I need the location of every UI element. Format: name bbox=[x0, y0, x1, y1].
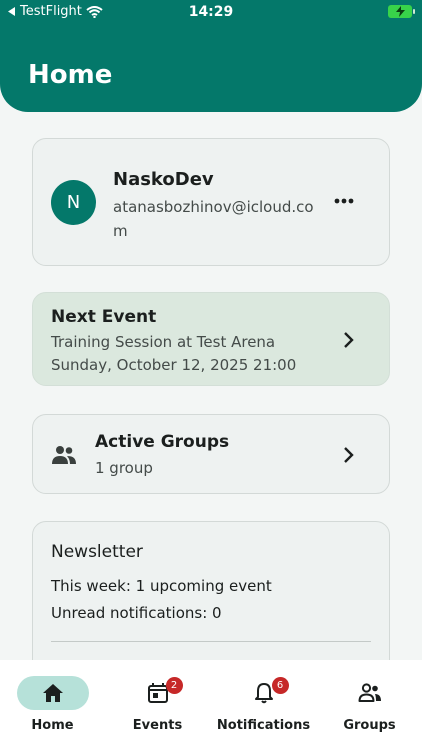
tab-home-label: Home bbox=[31, 718, 74, 733]
active-groups-count: 1 group bbox=[95, 459, 153, 477]
tab-groups-indicator bbox=[334, 676, 406, 710]
newsletter-title: Newsletter bbox=[51, 542, 143, 562]
profile-email: atanasbozhinov@icloud.com bbox=[113, 198, 314, 240]
next-event-datetime: Sunday, October 12, 2025 21:00 bbox=[51, 356, 297, 374]
newsletter-unread: Unread notifications: 0 bbox=[51, 604, 222, 622]
status-time: 14:29 bbox=[188, 4, 234, 20]
battery-indicator bbox=[388, 5, 415, 18]
newsletter-divider bbox=[51, 641, 371, 642]
tab-events-label: Events bbox=[132, 718, 183, 733]
newsletter-upcoming: This week: 1 upcoming event bbox=[51, 577, 272, 595]
avatar: N bbox=[51, 180, 96, 225]
tab-events-indicator: 2 bbox=[122, 676, 194, 710]
home-icon bbox=[42, 684, 63, 702]
people-icon bbox=[358, 683, 381, 702]
tab-notifications-label: Notifications bbox=[216, 718, 311, 733]
events-badge: 2 bbox=[165, 677, 183, 694]
tab-notifications[interactable]: 6 Notifications bbox=[210, 660, 317, 750]
next-event-name: Training Session at Test Arena bbox=[51, 333, 276, 351]
chevron-right-icon bbox=[344, 447, 354, 463]
app-header: TestFlight 14:29 Home bbox=[0, 0, 422, 112]
tab-groups-label: Groups bbox=[343, 718, 396, 733]
active-groups-card[interactable]: Active Groups 1 group bbox=[32, 414, 390, 494]
tab-events[interactable]: 2 Events bbox=[105, 660, 210, 750]
next-event-card[interactable]: Next Event Training Session at Test Aren… bbox=[32, 292, 390, 386]
chevron-right-icon bbox=[344, 332, 354, 348]
active-groups-title: Active Groups bbox=[95, 432, 230, 452]
tab-groups[interactable]: Groups bbox=[317, 660, 422, 750]
notifications-badge: 6 bbox=[271, 677, 289, 694]
page-title: Home bbox=[28, 60, 113, 90]
profile-card: N NaskoDev atanasbozhinov@icloud.com bbox=[32, 138, 390, 266]
tab-home[interactable]: Home bbox=[0, 660, 105, 750]
status-bar: TestFlight 14:29 bbox=[0, 0, 422, 26]
next-event-title: Next Event bbox=[51, 307, 157, 327]
bottom-tab-bar: Home 2 Events 6 Notifications Groups bbox=[0, 660, 422, 750]
more-horizontal-icon[interactable] bbox=[333, 193, 355, 209]
tab-notifications-indicator: 6 bbox=[228, 676, 300, 710]
people-icon bbox=[52, 446, 76, 464]
profile-username: NaskoDev bbox=[113, 169, 214, 190]
newsletter-card: Newsletter This week: 1 upcoming event U… bbox=[32, 521, 390, 681]
battery-icon bbox=[388, 5, 415, 18]
tab-home-indicator bbox=[16, 676, 89, 710]
charging-bolt-icon bbox=[395, 6, 405, 17]
